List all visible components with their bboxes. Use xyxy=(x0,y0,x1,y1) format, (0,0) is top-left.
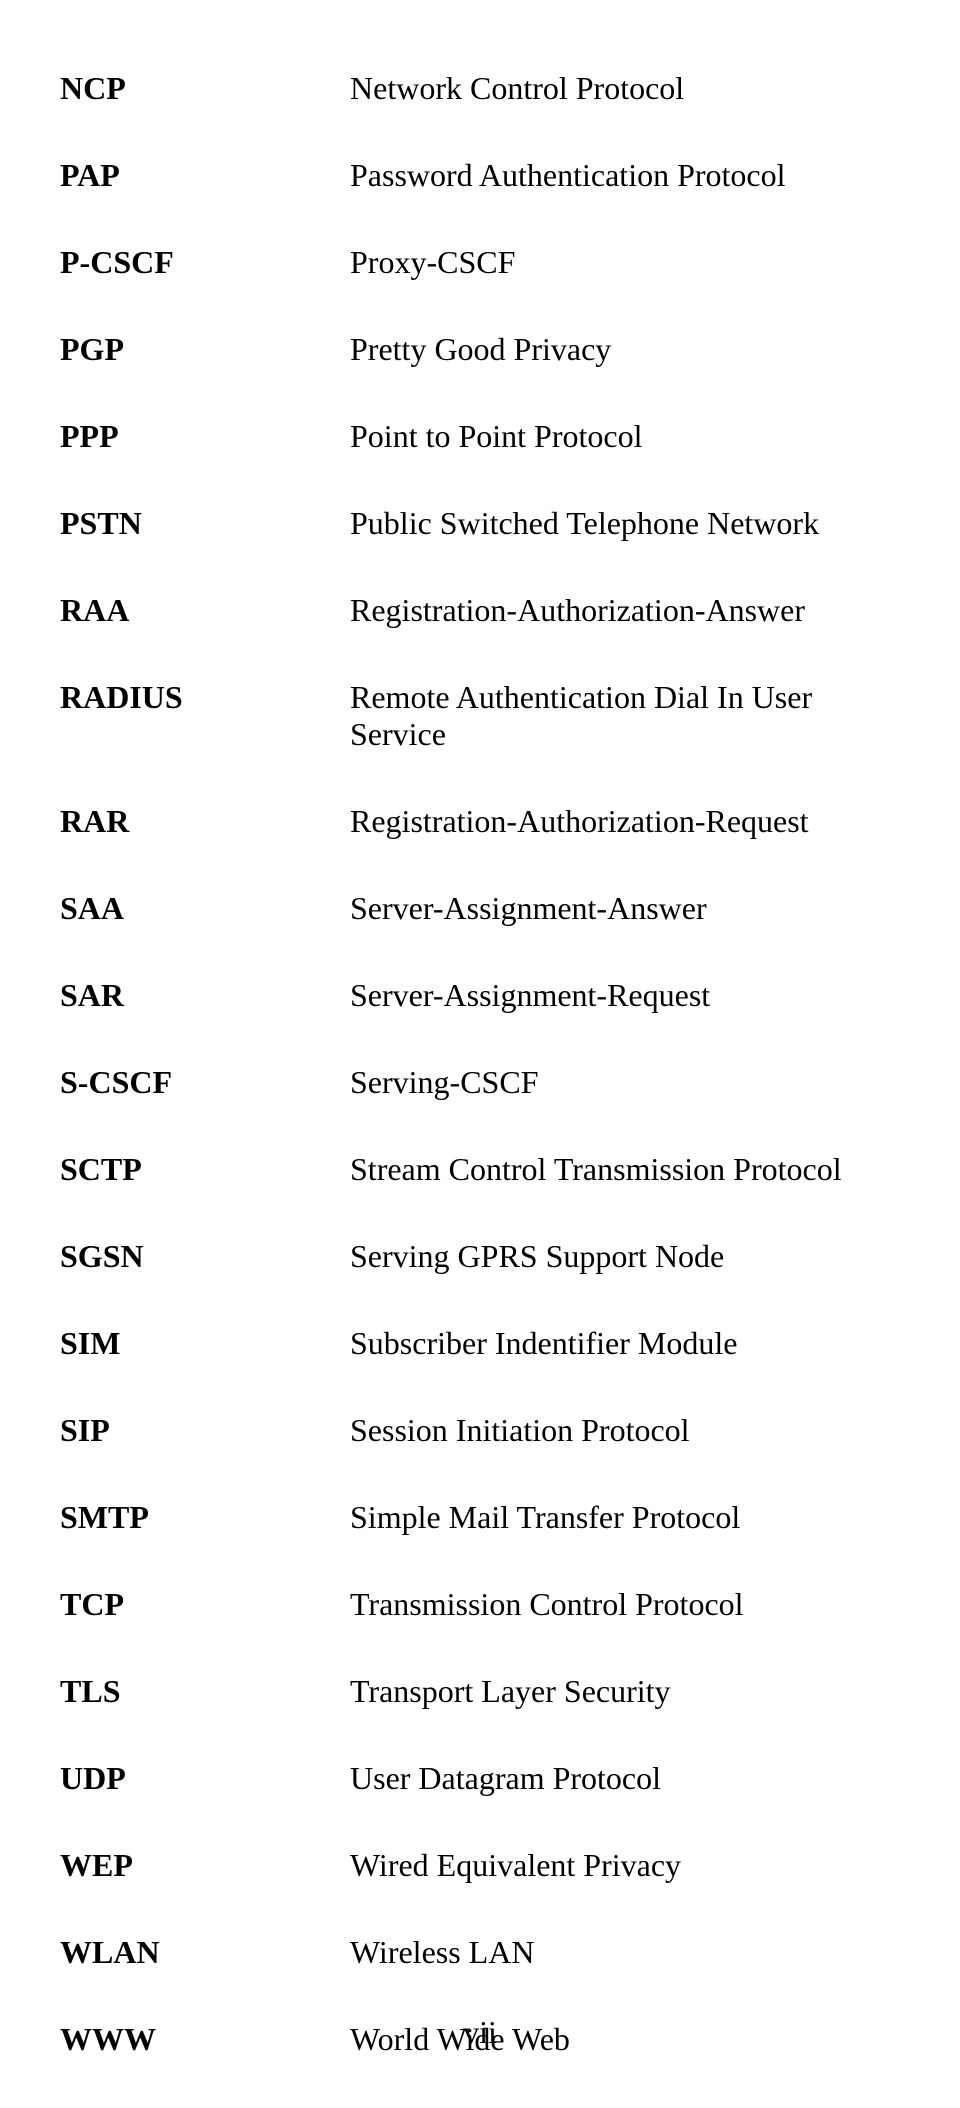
glossary-row: SGSN Serving GPRS Support Node xyxy=(60,1238,900,1275)
definition: Registration-Authorization-Request xyxy=(350,803,900,840)
definition: Public Switched Telephone Network xyxy=(350,505,900,542)
glossary-list: NCP Network Control Protocol PAP Passwor… xyxy=(60,20,900,2108)
definition: Session Initiation Protocol xyxy=(350,1412,900,1449)
glossary-row: TCP Transmission Control Protocol xyxy=(60,1586,900,1623)
definition: Server-Assignment-Request xyxy=(350,977,900,1014)
definition: Wired Equivalent Privacy xyxy=(350,1847,900,1884)
definition: Server-Assignment-Answer xyxy=(350,890,900,927)
abbreviation: WEP xyxy=(60,1847,350,1884)
page-number: vii xyxy=(0,2014,960,2051)
abbreviation: RAA xyxy=(60,592,350,629)
glossary-row: SIP Session Initiation Protocol xyxy=(60,1412,900,1449)
glossary-row: TLS Transport Layer Security xyxy=(60,1673,900,1710)
glossary-row: P-CSCF Proxy-CSCF xyxy=(60,244,900,281)
glossary-row: PPP Point to Point Protocol xyxy=(60,418,900,455)
glossary-row: UDP User Datagram Protocol xyxy=(60,1760,900,1797)
glossary-row: SMTP Simple Mail Transfer Protocol xyxy=(60,1499,900,1536)
definition: Network Control Protocol xyxy=(350,70,900,107)
abbreviation: RAR xyxy=(60,803,350,840)
glossary-row: WEP Wired Equivalent Privacy xyxy=(60,1847,900,1884)
abbreviation: SMTP xyxy=(60,1499,350,1536)
abbreviation: SIP xyxy=(60,1412,350,1449)
glossary-row: SIM Subscriber Indentifier Module xyxy=(60,1325,900,1362)
abbreviation: P-CSCF xyxy=(60,244,350,281)
definition: Transport Layer Security xyxy=(350,1673,900,1710)
definition: Stream Control Transmission Protocol xyxy=(350,1151,900,1188)
abbreviation: SCTP xyxy=(60,1151,350,1188)
abbreviation: NCP xyxy=(60,70,350,107)
definition: Transmission Control Protocol xyxy=(350,1586,900,1623)
glossary-row: PAP Password Authentication Protocol xyxy=(60,157,900,194)
definition: Password Authentication Protocol xyxy=(350,157,900,194)
glossary-row: PSTN Public Switched Telephone Network xyxy=(60,505,900,542)
abbreviation: SIM xyxy=(60,1325,350,1362)
abbreviation: UDP xyxy=(60,1760,350,1797)
glossary-row: RAR Registration-Authorization-Request xyxy=(60,803,900,840)
abbreviation: SGSN xyxy=(60,1238,350,1275)
definition: Pretty Good Privacy xyxy=(350,331,900,368)
abbreviation: PSTN xyxy=(60,505,350,542)
abbreviation: SAR xyxy=(60,977,350,1014)
abbreviation: WLAN xyxy=(60,1934,350,1971)
glossary-row: NCP Network Control Protocol xyxy=(60,70,900,107)
abbreviation: SAA xyxy=(60,890,350,927)
definition: Proxy-CSCF xyxy=(350,244,900,281)
definition: Simple Mail Transfer Protocol xyxy=(350,1499,900,1536)
glossary-row: PGP Pretty Good Privacy xyxy=(60,331,900,368)
glossary-row: SCTP Stream Control Transmission Protoco… xyxy=(60,1151,900,1188)
glossary-row: S-CSCF Serving-CSCF xyxy=(60,1064,900,1101)
abbreviation: PGP xyxy=(60,331,350,368)
abbreviation: TCP xyxy=(60,1586,350,1623)
glossary-row: WLAN Wireless LAN xyxy=(60,1934,900,1971)
abbreviation: TLS xyxy=(60,1673,350,1710)
glossary-row: SAR Server-Assignment-Request xyxy=(60,977,900,1014)
glossary-row: RAA Registration-Authorization-Answer xyxy=(60,592,900,629)
definition: Point to Point Protocol xyxy=(350,418,900,455)
abbreviation: PPP xyxy=(60,418,350,455)
abbreviation: RADIUS xyxy=(60,679,350,753)
definition: User Datagram Protocol xyxy=(350,1760,900,1797)
definition: Serving GPRS Support Node xyxy=(350,1238,900,1275)
definition: Registration-Authorization-Answer xyxy=(350,592,900,629)
glossary-row: RADIUS Remote Authentication Dial In Use… xyxy=(60,679,900,753)
definition: Subscriber Indentifier Module xyxy=(350,1325,900,1362)
abbreviation: PAP xyxy=(60,157,350,194)
abbreviation: S-CSCF xyxy=(60,1064,350,1101)
definition: Remote Authentication Dial In User Servi… xyxy=(350,679,900,753)
definition: Serving-CSCF xyxy=(350,1064,900,1101)
glossary-row: SAA Server-Assignment-Answer xyxy=(60,890,900,927)
definition: Wireless LAN xyxy=(350,1934,900,1971)
